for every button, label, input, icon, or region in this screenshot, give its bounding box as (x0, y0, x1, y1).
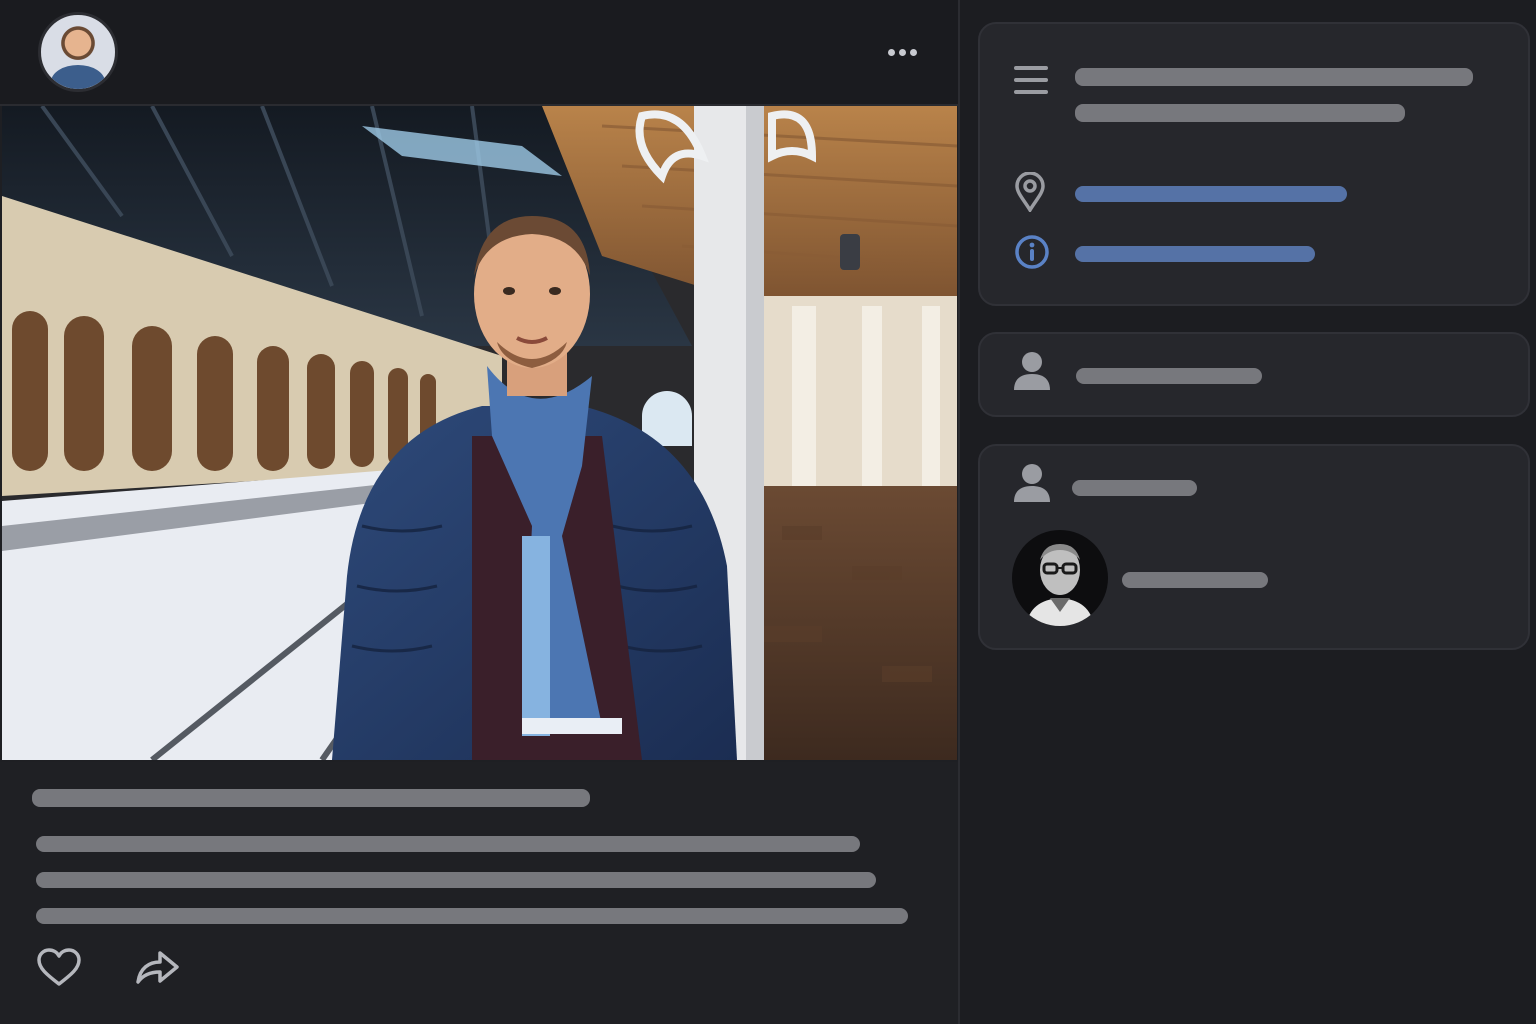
heart-icon (37, 948, 81, 986)
info-circle-icon (1015, 235, 1049, 269)
post-text-line-1 (36, 836, 860, 852)
details-subtitle-placeholder (1075, 104, 1405, 122)
location-link[interactable] (1075, 186, 1347, 202)
tagged-title-placeholder (1072, 480, 1197, 496)
tagged-avatar-illustration (1026, 544, 1094, 626)
tagged-panel (978, 444, 1530, 650)
details-title-placeholder (1075, 68, 1473, 86)
user-icon (1014, 464, 1050, 502)
map-pin-icon (1015, 172, 1045, 212)
person-name-placeholder[interactable] (1076, 368, 1262, 384)
share-arrow-icon (136, 951, 179, 984)
menu-lines-icon (1014, 66, 1048, 94)
more-horizontal-icon[interactable] (882, 40, 922, 64)
author-avatar[interactable] (38, 12, 118, 92)
post-photo[interactable] (2, 106, 957, 760)
avatar-shirt (51, 65, 105, 89)
post-text-line-2 (36, 872, 876, 888)
info-link[interactable] (1075, 246, 1315, 262)
share-button[interactable] (134, 948, 180, 988)
post-text-line-3 (36, 908, 908, 924)
details-panel (978, 22, 1530, 306)
post-title-placeholder (32, 789, 590, 807)
tagged-user-avatar[interactable] (1012, 530, 1108, 626)
people-panel (978, 332, 1530, 417)
tagged-user-name-placeholder[interactable] (1122, 572, 1268, 588)
like-button[interactable] (36, 948, 82, 988)
post-photo-illustration (2, 106, 957, 760)
user-icon (1014, 352, 1050, 390)
post-card (0, 0, 960, 1024)
post-header (0, 0, 958, 106)
